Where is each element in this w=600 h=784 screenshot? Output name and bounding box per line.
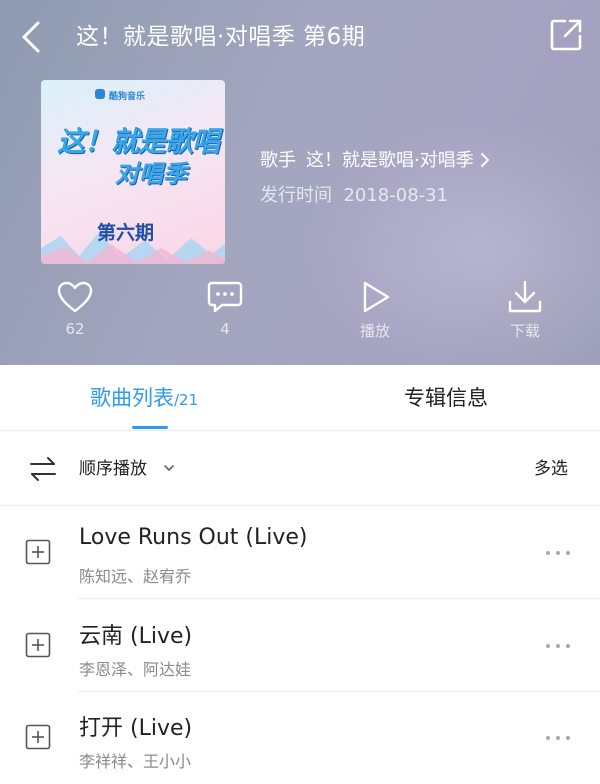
play-icon xyxy=(363,281,390,313)
add-icon[interactable] xyxy=(25,539,51,565)
release-date: 2018-08-31 xyxy=(343,185,449,206)
multi-select-button[interactable]: 多选 xyxy=(534,456,568,482)
album-cover[interactable]: 酷狗音乐 这！就是歌唱 对唱季 第六期 xyxy=(41,80,225,264)
artist-label: 歌手 xyxy=(260,150,296,171)
play-button[interactable]: 播放 xyxy=(340,280,410,344)
more-options-icon[interactable] xyxy=(540,638,576,654)
like-button[interactable]: 62 xyxy=(40,280,110,344)
more-options-icon[interactable] xyxy=(540,545,576,561)
tab-song-list-label: 歌曲列表 xyxy=(90,386,174,410)
artist-name: 这！就是歌唱·对唱季 xyxy=(306,150,474,171)
song-row[interactable]: 打开 (Live) 李祥祥、王小小 xyxy=(0,692,600,784)
song-title: Love Runs Out (Live) xyxy=(79,525,308,550)
like-count: 62 xyxy=(65,320,85,338)
cover-episode-label: 第六期 xyxy=(97,222,155,244)
song-row[interactable]: Love Runs Out (Live) 陈知远、赵宥乔 xyxy=(0,507,600,599)
download-button[interactable]: 下载 xyxy=(490,280,560,344)
chevron-down-icon[interactable] xyxy=(163,463,175,473)
tab-album-info[interactable]: 专辑信息 xyxy=(404,365,488,431)
song-artists: 陈知远、赵宥乔 xyxy=(79,567,192,586)
comment-icon xyxy=(207,281,243,313)
row-divider xyxy=(78,598,600,599)
song-artists: 李恩泽、阿达娃 xyxy=(79,660,192,679)
tab-bar: 歌曲列表/21 专辑信息 xyxy=(0,365,600,431)
comment-button[interactable]: 4 xyxy=(190,280,260,344)
play-order-selector[interactable]: 顺序播放 xyxy=(79,456,147,482)
download-label: 下载 xyxy=(509,322,540,340)
sequential-play-icon[interactable] xyxy=(28,456,58,482)
active-tab-indicator xyxy=(132,426,168,429)
release-info: 发行时间 2018-08-31 xyxy=(260,181,448,207)
play-label: 播放 xyxy=(359,322,390,340)
song-title: 打开 (Live) xyxy=(79,716,193,741)
tab-song-count: /21 xyxy=(174,391,199,409)
artist-link[interactable]: 歌手 这！就是歌唱·对唱季 xyxy=(260,146,492,172)
song-row[interactable]: 云南 (Live) 李恩泽、阿达娃 xyxy=(0,600,600,692)
add-icon[interactable] xyxy=(25,724,51,750)
add-icon[interactable] xyxy=(25,632,51,658)
cover-brand-logo: 酷狗音乐 xyxy=(94,89,145,102)
song-artists: 李祥祥、王小小 xyxy=(79,752,192,771)
heart-icon xyxy=(57,281,93,313)
chevron-left-icon xyxy=(22,21,40,53)
back-button[interactable] xyxy=(18,20,48,54)
release-label: 发行时间 xyxy=(260,185,332,206)
download-icon xyxy=(508,280,542,313)
tab-song-list[interactable]: 歌曲列表/21 xyxy=(90,365,198,431)
page-title: 这！就是歌唱·对唱季 第6期 xyxy=(76,24,366,50)
share-button[interactable] xyxy=(549,18,583,52)
list-toolbar: 顺序播放 多选 xyxy=(0,432,600,506)
album-header: 这！就是歌唱·对唱季 第6期 酷狗音乐 这！就是歌唱 对唱季 第六期 歌手 这！就… xyxy=(0,0,600,365)
chevron-right-icon xyxy=(480,153,489,167)
top-bar: 这！就是歌唱·对唱季 第6期 xyxy=(0,0,600,76)
cover-show-logo-subtitle: 对唱季 xyxy=(115,160,187,188)
song-title: 云南 (Live) xyxy=(79,624,193,649)
comment-count: 4 xyxy=(220,320,230,338)
share-icon xyxy=(550,19,582,51)
more-options-icon[interactable] xyxy=(540,730,576,746)
